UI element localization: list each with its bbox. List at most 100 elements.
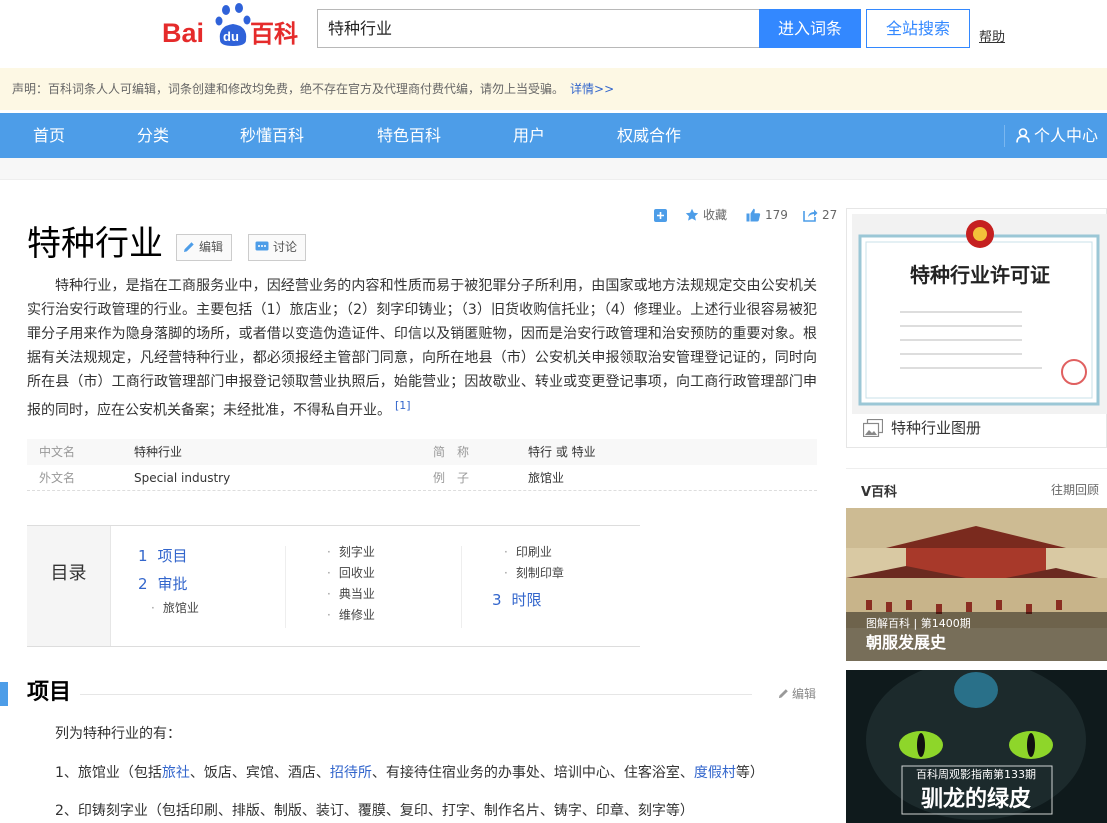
svg-text:du: du bbox=[223, 29, 239, 44]
user-icon bbox=[1016, 128, 1030, 143]
user-center-label: 个人中心 bbox=[1034, 126, 1099, 145]
catalog-text: 审批 bbox=[157, 575, 188, 593]
pencil-icon bbox=[778, 689, 788, 699]
collect-button[interactable]: 收藏 bbox=[685, 206, 727, 224]
enter-entry-button[interactable]: 进入词条 bbox=[759, 9, 861, 48]
info-value: 特种行业 bbox=[134, 445, 183, 459]
catalog-item-1[interactable]: 1 项目 bbox=[138, 545, 188, 566]
catalog-sub-item[interactable]: 回收业 bbox=[327, 564, 375, 581]
user-center-link[interactable]: 个人中心 bbox=[1016, 113, 1098, 158]
edit-entry-button[interactable]: 编辑 bbox=[176, 234, 233, 261]
pencil-icon bbox=[184, 242, 194, 252]
catalog-sub-item[interactable]: 刻制印章 bbox=[504, 564, 564, 581]
reference-link[interactable]: [1] bbox=[395, 399, 411, 412]
catalog-item-3[interactable]: 3 时限 bbox=[492, 589, 542, 610]
info-key: 简 称 bbox=[433, 445, 470, 459]
section-title: 项目 bbox=[27, 680, 72, 705]
main-nav: 首页 分类 秒懂百科 特色百科 用户 权威合作 个人中心 bbox=[0, 113, 1107, 158]
text-span: 1、旅馆业（包括 bbox=[55, 765, 162, 781]
discuss-button[interactable]: 讨论 bbox=[248, 234, 307, 261]
album-caption[interactable]: 特种行业图册 bbox=[862, 417, 982, 439]
entry-summary: 特种行业，是指在工商服务业中，因经营业务的内容和性质而易于被犯罪分子所利用，由国… bbox=[27, 274, 817, 423]
disclaimer-more-link[interactable]: 详情>> bbox=[570, 82, 614, 96]
like-button[interactable]: 179 bbox=[746, 206, 788, 224]
palace-painting-image: 图解百科 | 第1400期 朝服发展史 bbox=[846, 508, 1107, 661]
catalog-sub-item[interactable]: 旅馆业 bbox=[151, 599, 199, 616]
inline-link[interactable]: 旅社 bbox=[162, 765, 190, 781]
album-caption-label: 特种行业图册 bbox=[891, 419, 982, 437]
nav-item-user[interactable]: 用户 bbox=[513, 113, 545, 158]
catalog-separator bbox=[285, 546, 286, 628]
edit-entry-label: 编辑 bbox=[199, 240, 224, 254]
thumbs-up-icon bbox=[746, 208, 761, 222]
info-key: 例 子 bbox=[433, 471, 470, 485]
help-link[interactable]: 帮助 bbox=[979, 26, 1005, 45]
dragon-movie-image: 百科周观影指南第133期 驯龙的绿皮 bbox=[846, 670, 1107, 823]
catalog: 目录 1项目 2审批 旅馆业 刻字业 回收业 典当业 维修业 印刷业 刻制印章 … bbox=[27, 525, 640, 647]
nav-item-featured[interactable]: 特色百科 bbox=[377, 113, 441, 158]
catalog-text: 时限 bbox=[511, 591, 542, 609]
text-span: 、有接待住宿业务的办事处、培训中心、住客浴室、 bbox=[371, 765, 694, 781]
catalog-sub-item[interactable]: 刻字业 bbox=[327, 543, 375, 560]
basic-info-row: 中文名 特种行业 简 称 特行 或 特业 bbox=[27, 439, 817, 465]
search-input[interactable]: 特种行业 bbox=[317, 9, 759, 48]
info-value: Special industry bbox=[134, 471, 231, 485]
info-value: 旅馆业 bbox=[528, 471, 565, 485]
catalog-text: 项目 bbox=[157, 547, 188, 565]
catalog-sub-item[interactable]: 典当业 bbox=[327, 585, 375, 602]
section-edit-button[interactable]: 编辑 bbox=[778, 685, 816, 702]
license-image: 特种行业许可证 bbox=[852, 214, 1107, 414]
nav-item-authority[interactable]: 权威合作 bbox=[617, 113, 681, 158]
disclaimer-text: 声明：百科词条人人可编辑，词条创建和修改均免费，绝不存在官方及代理商付费代编，请… bbox=[12, 82, 565, 96]
site-search-button[interactable]: 全站搜索 bbox=[866, 9, 970, 48]
inline-link[interactable]: 招待所 bbox=[330, 765, 372, 781]
nav-item-home[interactable]: 首页 bbox=[33, 113, 65, 158]
catalog-num: 3 bbox=[492, 591, 502, 609]
info-key: 外文名 bbox=[39, 471, 76, 485]
share-count: 27 bbox=[822, 208, 838, 222]
svg-text:朝服发展史: 朝服发展史 bbox=[866, 633, 947, 652]
add-button[interactable] bbox=[654, 206, 671, 224]
section-paragraph: 1、旅馆业（包括旅社、饭店、宾馆、酒店、招待所、有接待住宿业务的办事处、培训中心… bbox=[55, 762, 764, 784]
info-value: 特行 或 特业 bbox=[528, 445, 596, 459]
vbaike-header: V百科 往期回顾 bbox=[846, 468, 1107, 508]
album-card[interactable]: 特种行业许可证 特种行业图册 bbox=[846, 208, 1107, 448]
info-key: 中文名 bbox=[39, 445, 76, 459]
section-marker bbox=[0, 682, 8, 706]
text-span: 等） bbox=[735, 765, 764, 781]
disclaimer-notice: 声明：百科词条人人可编辑，词条创建和修改均免费，绝不存在官方及代理商付费代编，请… bbox=[0, 68, 1107, 110]
nav-divider bbox=[1004, 125, 1005, 147]
text-span: 、饭店、宾馆、酒店、 bbox=[189, 765, 330, 781]
vbaike-card[interactable]: 图解百科 | 第1400期 朝服发展史 bbox=[846, 508, 1107, 661]
collect-label: 收藏 bbox=[703, 208, 728, 222]
vbaike-archive-link[interactable]: 往期回顾 bbox=[1051, 481, 1099, 498]
svg-text:百科: 百科 bbox=[250, 20, 298, 48]
svg-text:图解百科 | 第1400期: 图解百科 | 第1400期 bbox=[866, 616, 971, 630]
catalog-separator bbox=[461, 546, 462, 628]
discuss-label: 讨论 bbox=[273, 240, 298, 254]
comment-icon bbox=[255, 241, 269, 251]
plus-square-icon bbox=[654, 209, 667, 222]
svg-text:驯龙的绿皮: 驯龙的绿皮 bbox=[921, 786, 1031, 812]
inline-link[interactable]: 度假村 bbox=[694, 765, 736, 781]
basic-info-row: 外文名 Special industry 例 子 旅馆业 bbox=[27, 465, 817, 491]
star-icon bbox=[685, 208, 699, 221]
section-paragraph: 列为特种行业的有： bbox=[55, 726, 181, 742]
like-count: 179 bbox=[765, 208, 788, 222]
vbaike-card[interactable]: 百科周观影指南第133期 驯龙的绿皮 bbox=[846, 670, 1107, 823]
nav-item-miaodong[interactable]: 秒懂百科 bbox=[240, 113, 304, 158]
catalog-item-2[interactable]: 2 审批 bbox=[138, 573, 188, 594]
section-divider bbox=[80, 694, 752, 695]
nav-item-category[interactable]: 分类 bbox=[137, 113, 169, 158]
section-paragraph: 2、印铸刻字业（包括印刷、排版、制版、装订、覆膜、复印、打字、制作名片、铸字、印… bbox=[55, 803, 694, 819]
header: Bai du 百科 特种行业 进入词条 全站搜索 帮助 bbox=[0, 0, 1107, 68]
section-edit-label: 编辑 bbox=[792, 687, 817, 701]
catalog-sub-item[interactable]: 印刷业 bbox=[504, 543, 552, 560]
catalog-num: 1 bbox=[138, 547, 148, 565]
svg-text:特种行业许可证: 特种行业许可证 bbox=[910, 263, 1050, 287]
share-button[interactable]: 27 bbox=[803, 206, 837, 224]
summary-text: 特种行业，是指在工商服务业中，因经营业务的内容和性质而易于被犯罪分子所利用，由国… bbox=[27, 278, 817, 419]
catalog-sub-item[interactable]: 维修业 bbox=[327, 606, 375, 623]
baidu-baike-logo[interactable]: Bai du 百科 bbox=[160, 2, 305, 50]
vbaike-title: V百科 bbox=[861, 485, 898, 500]
